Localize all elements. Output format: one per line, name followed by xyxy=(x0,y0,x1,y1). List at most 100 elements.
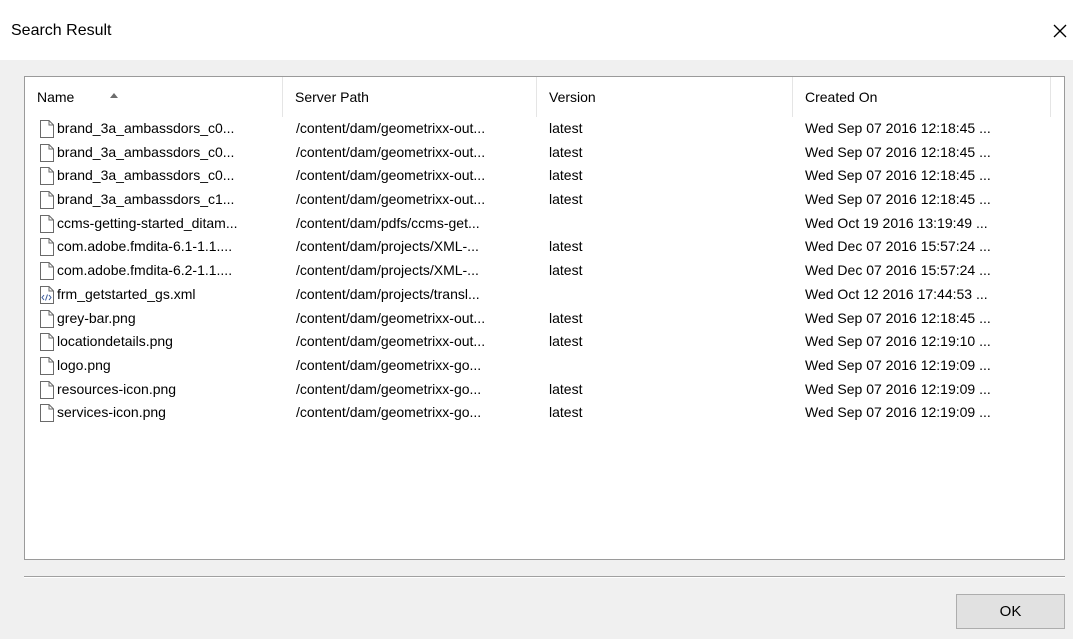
file-name: logo.png xyxy=(57,356,111,373)
name-cell: ccms-getting-started_ditam... xyxy=(38,212,294,236)
close-button[interactable] xyxy=(1049,18,1071,42)
file-icon xyxy=(40,356,54,375)
file-name: resources-icon.png xyxy=(57,380,177,397)
version-cell: latest xyxy=(549,120,583,136)
file-name: locationdetails.png xyxy=(57,333,173,350)
server-path-cell: /content/dam/geometrixx-out... xyxy=(296,143,486,160)
version-cell: latest xyxy=(549,238,583,255)
title-bar: Search Result xyxy=(0,0,1073,60)
file-name: ccms-getting-started_ditam... xyxy=(57,214,238,231)
name-cell: grey-bar.png xyxy=(38,307,294,331)
version-cell xyxy=(549,212,789,236)
table-row[interactable]: com.adobe.fmdita-6.1-1.1.... /content/dam… xyxy=(25,235,1064,259)
file-icon xyxy=(40,238,54,257)
created-on-cell: Wed Sep 07 2016 12:19:09 ... xyxy=(805,380,991,397)
name-cell: logo.png xyxy=(38,354,294,378)
file-icon xyxy=(40,167,54,186)
server-path-cell: /content/dam/geometrixx-out... xyxy=(296,120,486,136)
name-cell: services-icon.png xyxy=(38,401,294,425)
table-row[interactable]: locationdetails.png/content/dam/geometri… xyxy=(25,330,1064,354)
column-header-version[interactable]: Version xyxy=(537,77,793,117)
created-on-cell: Wed Sep 07 2016 12:18:45 ... xyxy=(805,143,991,160)
table-row[interactable]: brand_3a_ambassdors_c0... /content/dam/ge… xyxy=(25,117,1064,141)
name-cell: com.adobe.fmdita-6.2-1.1.... xyxy=(38,259,294,283)
file-name: com.adobe.fmdita-6.2-1.1.... xyxy=(57,262,233,279)
file-icon xyxy=(40,309,54,328)
name-cell: resources-icon.png xyxy=(38,378,294,402)
file-icon xyxy=(40,120,54,138)
name-cell: locationdetails.png xyxy=(38,330,294,354)
file-name: frm_getstarted_gs.xml xyxy=(57,285,196,302)
table-row[interactable]: brand_3a_ambassdors_c0... /content/dam/ge… xyxy=(25,141,1064,165)
created-on-cell: Wed Sep 07 2016 12:18:45 ... xyxy=(805,120,991,136)
divider xyxy=(24,576,1065,578)
server-path-cell: /content/dam/geometrixx-out... xyxy=(296,309,486,326)
file-name: brand_3a_ambassdors_c0... xyxy=(57,143,235,160)
list-header: Name Server Path Version Created On xyxy=(25,77,1064,117)
name-cell: brand_3a_ambassdors_c0... xyxy=(38,141,294,165)
file-name: grey-bar.png xyxy=(57,309,136,326)
file-icon xyxy=(40,143,54,162)
server-path-cell: /content/dam/geometrixx-go... xyxy=(296,380,482,397)
created-on-cell: Wed Sep 07 2016 12:19:10 ... xyxy=(805,333,991,350)
file-icon xyxy=(40,191,54,210)
table-row[interactable]: logo.png/content/dam/geometrixx-go... Wed… xyxy=(25,354,1064,378)
file-icon xyxy=(40,404,54,423)
column-header-name[interactable]: Name xyxy=(25,77,283,117)
table-row[interactable]: resources-icon.png/content/dam/geometrix… xyxy=(25,378,1064,402)
server-path-cell: /content/dam/geometrixx-out... xyxy=(296,333,486,350)
file-name: services-icon.png xyxy=(57,404,166,421)
column-header-label: Created On xyxy=(805,89,878,105)
created-on-cell: Wed Oct 12 2016 17:44:53 ... xyxy=(805,285,988,302)
version-cell: latest xyxy=(549,143,583,160)
server-path-cell: /content/dam/pdfs/ccms-get... xyxy=(296,214,480,231)
file-icon xyxy=(40,380,54,399)
column-header-label: Server Path xyxy=(295,89,369,105)
column-header-label: Name xyxy=(37,89,75,105)
table-row[interactable]: frm_getstarted_gs.xml/content/dam/projec… xyxy=(25,283,1064,307)
created-on-cell: Wed Sep 07 2016 12:18:45 ... xyxy=(805,191,991,208)
version-cell: latest xyxy=(549,380,583,397)
name-cell: frm_getstarted_gs.xml xyxy=(38,283,294,307)
table-row[interactable]: services-icon.png/content/dam/geometrixx… xyxy=(25,401,1064,425)
name-cell: brand_3a_ambassdors_c1... xyxy=(38,188,294,212)
name-cell: brand_3a_ambassdors_c0... xyxy=(38,164,294,188)
created-on-cell: Wed Sep 07 2016 12:19:09 ... xyxy=(805,356,991,373)
version-cell: latest xyxy=(549,167,583,184)
file-name: brand_3a_ambassdors_c0... xyxy=(57,167,235,184)
file-name: com.adobe.fmdita-6.1-1.1.... xyxy=(57,238,233,255)
ok-button[interactable]: OK xyxy=(956,594,1065,629)
name-cell: com.adobe.fmdita-6.1-1.1.... xyxy=(38,235,294,259)
file-name: brand_3a_ambassdors_c1... xyxy=(57,191,235,208)
version-cell: latest xyxy=(549,191,583,208)
file-icon xyxy=(40,214,54,233)
name-cell: brand_3a_ambassdors_c0... xyxy=(38,117,294,141)
search-result-dialog: Search Result Name Server Path Version C… xyxy=(0,0,1073,639)
created-on-cell: Wed Sep 07 2016 12:18:45 ... xyxy=(805,309,991,326)
list-rows: brand_3a_ambassdors_c0... /content/dam/ge… xyxy=(25,117,1064,425)
created-on-cell: Wed Dec 07 2016 15:57:24 ... xyxy=(805,238,991,255)
server-path-cell: /content/dam/projects/XML-... xyxy=(296,262,479,279)
created-on-cell: Wed Sep 07 2016 12:18:45 ... xyxy=(805,167,991,184)
created-on-cell: Wed Dec 07 2016 15:57:24 ... xyxy=(805,262,991,279)
table-row[interactable]: com.adobe.fmdita-6.2-1.1.... /content/dam… xyxy=(25,259,1064,283)
sort-ascending-icon xyxy=(110,93,118,98)
column-header-created-on[interactable]: Created On xyxy=(793,77,1051,117)
version-cell: latest xyxy=(549,404,583,421)
server-path-cell: /content/dam/geometrixx-out... xyxy=(296,167,486,184)
version-cell: latest xyxy=(549,262,583,279)
table-row[interactable]: brand_3a_ambassdors_c0... /content/dam/ge… xyxy=(25,164,1064,188)
server-path-cell: /content/dam/geometrixx-out... xyxy=(296,191,486,208)
table-row[interactable]: grey-bar.png/content/dam/geometrixx-out.… xyxy=(25,307,1064,331)
table-row[interactable]: ccms-getting-started_ditam... /content/da… xyxy=(25,212,1064,236)
column-header-server-path[interactable]: Server Path xyxy=(283,77,537,117)
close-icon xyxy=(1053,24,1067,38)
results-list-view[interactable]: Name Server Path Version Created On bran… xyxy=(24,76,1065,560)
file-icon xyxy=(40,262,54,281)
file-name: brand_3a_ambassdors_c0... xyxy=(57,120,235,136)
column-header-label: Version xyxy=(549,89,596,105)
xml-file-icon xyxy=(40,285,54,304)
table-row[interactable]: brand_3a_ambassdors_c1... /content/dam/ge… xyxy=(25,188,1064,212)
server-path-cell: /content/dam/projects/transl... xyxy=(296,285,480,302)
created-on-cell: Wed Oct 19 2016 13:19:49 ... xyxy=(805,214,988,231)
